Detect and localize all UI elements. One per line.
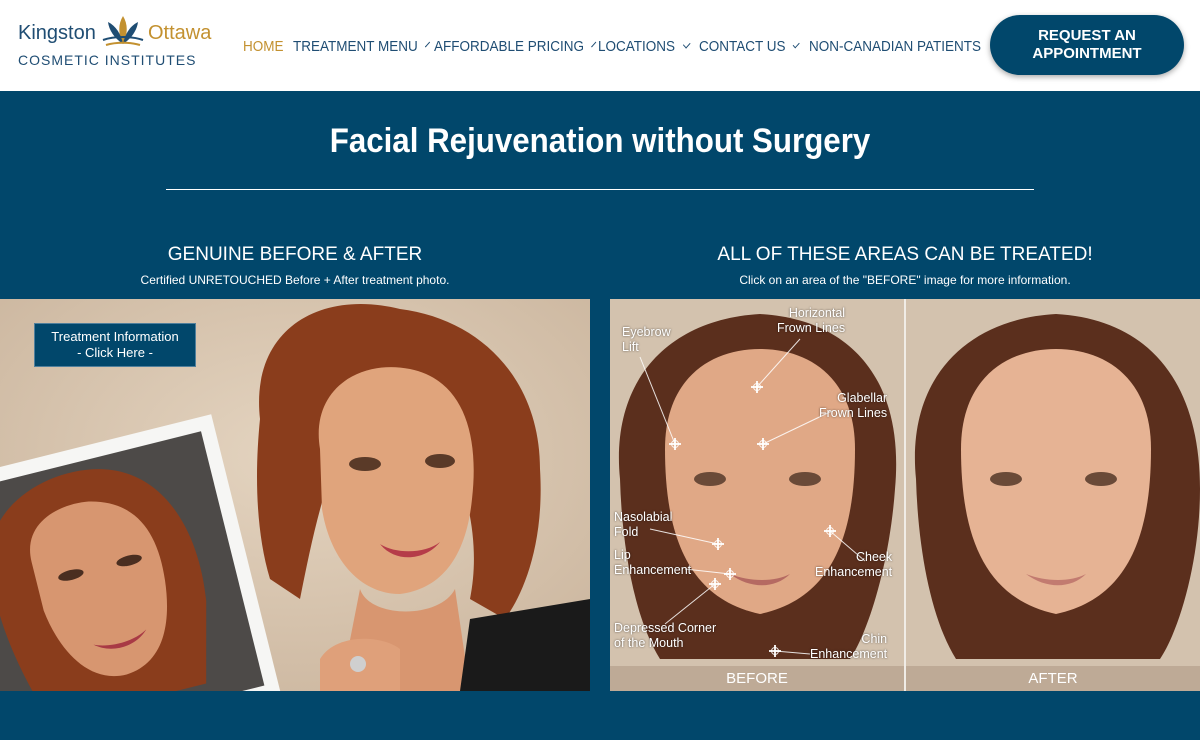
treatable-areas-subheading: Click on an area of the "BEFORE" image f… bbox=[739, 273, 1071, 287]
site-logo[interactable]: Kingston Ottawa COSMETIC INSTITUTES bbox=[18, 14, 218, 70]
area-label-nasolabial-fold[interactable]: Nasolabial Fold bbox=[614, 510, 672, 540]
before-after-heading: GENUINE BEFORE & AFTER bbox=[167, 244, 423, 265]
main-nav: HOME TREATMENT MENU AFFORDABLE PRICING L… bbox=[243, 36, 981, 56]
area-label-horizontal-frown-lines[interactable]: Horizontal Frown Lines bbox=[777, 306, 845, 336]
logo-kingston: Kingston bbox=[18, 22, 96, 44]
area-label-chin-enhancement[interactable]: Chin Enhancement bbox=[810, 632, 887, 662]
nav-treatment-menu[interactable]: TREATMENT MENU bbox=[293, 36, 430, 56]
area-marker-glabellar-frown-lines[interactable] bbox=[757, 438, 769, 450]
title-divider bbox=[166, 189, 1034, 190]
lotus-logo-icon bbox=[102, 16, 144, 46]
area-marker-chin-enhancement[interactable] bbox=[769, 645, 781, 657]
logo-ottawa: Ottawa bbox=[148, 22, 212, 44]
nav-affordable-pricing[interactable]: AFFORDABLE PRICING bbox=[434, 36, 597, 56]
nav-non-canadian-patients[interactable]: NON-CANADIAN PATIENTS bbox=[809, 36, 981, 56]
treatment-info-button[interactable]: Treatment Information - Click Here - bbox=[34, 323, 196, 367]
area-marker-depressed-corner-mouth[interactable] bbox=[709, 578, 721, 590]
nav-contact-us[interactable]: CONTACT US bbox=[699, 36, 800, 56]
nav-home[interactable]: HOME bbox=[243, 36, 288, 56]
area-label-lip-enhancement[interactable]: Lip Enhancement bbox=[614, 548, 691, 578]
area-label-depressed-corner-mouth[interactable]: Depressed Corner of the Mouth bbox=[614, 621, 716, 651]
logo-subtitle: COSMETIC INSTITUTES bbox=[18, 52, 197, 68]
area-marker-eyebrow-lift[interactable] bbox=[669, 438, 681, 450]
area-marker-nasolabial-fold[interactable] bbox=[712, 538, 724, 550]
before-after-photo: Treatment Information - Click Here - bbox=[0, 299, 590, 691]
area-label-cheek-enhancement[interactable]: Cheek Enhancement bbox=[815, 550, 892, 580]
before-label: BEFORE bbox=[610, 666, 904, 691]
chevron-down-icon bbox=[792, 40, 800, 48]
area-marker-lip-enhancement[interactable] bbox=[724, 568, 736, 580]
chevron-down-icon bbox=[682, 39, 691, 49]
chevron-down-icon bbox=[424, 41, 430, 47]
nav-locations[interactable]: LOCATIONS bbox=[598, 36, 691, 56]
page-title: Facial Rejuvenation without Surgery bbox=[329, 122, 871, 160]
treatable-areas-heading: ALL OF THESE AREAS CAN BE TREATED! bbox=[717, 244, 1093, 265]
site-header: Kingston Ottawa COSMETIC INSTITUTES HOME… bbox=[0, 0, 1200, 91]
before-after-subheading: Certified UNRETOUCHED Before + After tre… bbox=[140, 273, 450, 287]
after-label: AFTER bbox=[906, 666, 1200, 691]
treatable-areas-photo: Eyebrow Lift Horizontal Frown Lines Glab… bbox=[610, 299, 1200, 691]
area-label-eyebrow-lift[interactable]: Eyebrow Lift bbox=[622, 325, 671, 355]
area-marker-horizontal-frown-lines[interactable] bbox=[751, 381, 763, 393]
area-label-glabellar-frown-lines[interactable]: Glabellar Frown Lines bbox=[819, 391, 887, 421]
chevron-down-icon bbox=[590, 41, 597, 47]
request-appointment-button[interactable]: REQUEST AN APPOINTMENT bbox=[990, 15, 1184, 75]
area-marker-cheek-enhancement[interactable] bbox=[824, 525, 836, 537]
